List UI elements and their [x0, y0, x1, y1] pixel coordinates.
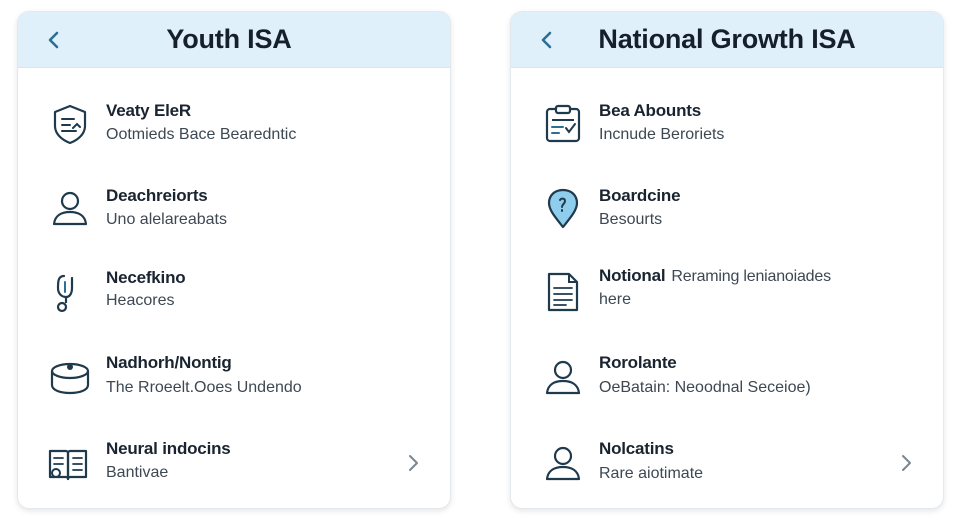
item-inline-subtitle: Reraming lenianoiades [671, 268, 831, 285]
youth-isa-panel: Youth ISA Veaty EleR Ootmieds Bace Beare… [17, 11, 451, 509]
item-subtitle: Incnude Beroriets [599, 126, 725, 143]
clipboard-icon [541, 102, 585, 146]
chevron-right-icon[interactable] [404, 454, 422, 472]
item-subtitle: Ootmieds Bace Bearedntic [106, 126, 297, 143]
item-subtitle: Uno alelareabats [106, 211, 227, 228]
list-item[interactable]: Nolcatins Rare aiotimate [511, 437, 943, 507]
national-growth-isa-panel: National Growth ISA Bea Abounts Incnude … [510, 11, 944, 509]
list-item[interactable]: Necefkino Heacores [18, 266, 450, 336]
item-subtitle: Bantivae [106, 464, 169, 481]
panel-title: National Growth ISA [598, 24, 856, 54]
chevron-right-icon[interactable] [897, 454, 915, 472]
item-title: Bea Abounts [599, 101, 702, 120]
panel-header: National Growth ISA [511, 12, 943, 68]
item-title-text: Notional [599, 266, 666, 285]
item-title: Veaty EleR [106, 101, 191, 120]
user-icon [541, 441, 585, 485]
open-book-icon [46, 441, 90, 485]
user-icon [48, 186, 92, 230]
list-item[interactable]: Deachreiorts Uno alelareabats [18, 184, 450, 254]
list-item[interactable]: Boardcine Besourts [511, 184, 943, 254]
document-icon [541, 270, 585, 314]
item-subtitle: Besourts [599, 211, 663, 228]
item-title: Neural indocins [106, 439, 231, 458]
panel-title: Youth ISA [166, 24, 292, 54]
item-title: Nadhorh/Nontig [106, 353, 232, 372]
item-title: Necefkino [106, 268, 186, 287]
stethoscope-icon [48, 270, 92, 314]
item-title: Deachreiorts [106, 186, 208, 205]
list-item[interactable]: Bea Abounts Incnude Beroriets [511, 98, 943, 168]
location-pin-icon [541, 186, 585, 230]
list-item[interactable]: Notional Reraming lenianoiades here [511, 264, 943, 334]
item-title: Rorolante [599, 353, 677, 372]
item-subtitle: Rare aiotimate [599, 465, 704, 482]
list-item[interactable]: Neural indocins Bantivae [18, 437, 450, 507]
item-subtitle: here [599, 291, 632, 308]
shield-document-icon [48, 102, 92, 146]
user-icon [541, 355, 585, 399]
item-title: Nolcatins [599, 439, 674, 458]
item-subtitle: The Rroeelt.Ooes Undendo [106, 379, 302, 396]
item-subtitle: OeBatain: Neoodnal Seceioe) [599, 379, 811, 396]
list-item[interactable]: Veaty EleR Ootmieds Bace Bearedntic [18, 98, 450, 168]
item-title: Boardcine [599, 186, 681, 205]
list-item[interactable]: Nadhorh/Nontig The Rroeelt.Ooes Undendo [18, 351, 450, 421]
item-subtitle: Heacores [106, 292, 175, 309]
panel-header: Youth ISA [18, 12, 450, 68]
cushion-icon [48, 355, 92, 399]
item-title: Notional Reraming lenianoiades [599, 266, 831, 286]
list-item[interactable]: Rorolante OeBatain: Neoodnal Seceioe) [511, 351, 943, 421]
